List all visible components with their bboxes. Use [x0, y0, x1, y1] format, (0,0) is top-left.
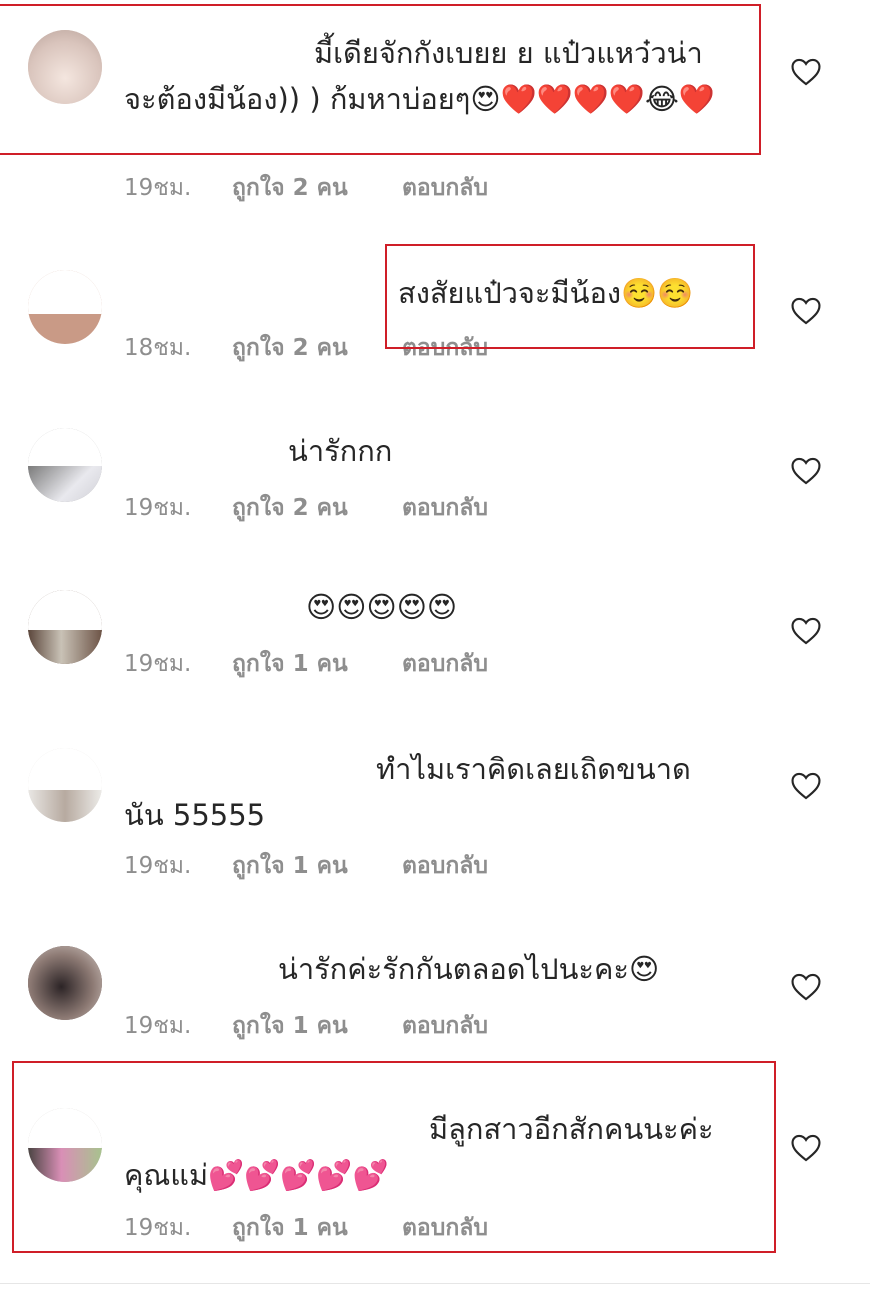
- comment-text: ทำไมเราคิดเลยเถิดขนาดนัน 55555: [124, 752, 691, 832]
- comment-time: 19ชม.: [124, 175, 192, 201]
- highlight-box: [12, 1061, 776, 1253]
- comment-time: 19ชม.: [124, 495, 192, 521]
- reply-button[interactable]: ตอบกลับ: [402, 170, 488, 206]
- comment-time: 19ชม.: [124, 1013, 192, 1039]
- divider: [0, 1283, 870, 1284]
- reply-button[interactable]: ตอบกลับ: [402, 1008, 488, 1044]
- comment-text: น่ารักกก: [288, 434, 393, 468]
- reply-button[interactable]: ตอบกลับ: [402, 646, 488, 682]
- avatar[interactable]: [28, 428, 102, 502]
- avatar[interactable]: [28, 748, 102, 822]
- highlight-box: [0, 4, 761, 155]
- comment-likes-count[interactable]: ถูกใจ 2 คน: [232, 170, 402, 206]
- heart-outline-icon[interactable]: [789, 294, 823, 328]
- comment-meta: 19ชม. ถูกใจ 2 คน ตอบกลับ: [124, 170, 488, 206]
- comment-time: 19ชม.: [124, 853, 192, 879]
- comment-time: 18ชม.: [124, 335, 192, 361]
- highlight-box: [385, 244, 755, 349]
- comment-meta: 19ชม. ถูกใจ 1 คน ตอบกลับ: [124, 1008, 488, 1044]
- comment-meta: 19ชม. ถูกใจ 1 คน ตอบกลับ: [124, 646, 488, 682]
- comment-likes-count[interactable]: ถูกใจ 2 คน: [232, 490, 402, 526]
- comment-meta: 19ชม. ถูกใจ 2 คน ตอบกลับ: [124, 490, 488, 526]
- heart-outline-icon[interactable]: [789, 55, 823, 89]
- comment-meta: 19ชม. ถูกใจ 1 คน ตอบกลับ: [124, 848, 488, 884]
- reply-button[interactable]: ตอบกลับ: [402, 848, 488, 884]
- comment-likes-count[interactable]: ถูกใจ 2 คน: [232, 330, 402, 366]
- reply-button[interactable]: ตอบกลับ: [402, 490, 488, 526]
- comment-likes-count[interactable]: ถูกใจ 1 คน: [232, 646, 402, 682]
- heart-outline-icon[interactable]: [789, 454, 823, 488]
- heart-outline-icon[interactable]: [789, 614, 823, 648]
- heart-outline-icon[interactable]: [789, 1131, 823, 1165]
- comment-time: 19ชม.: [124, 651, 192, 677]
- avatar[interactable]: [28, 590, 102, 664]
- comment-text: น่ารักค่ะรักกันตลอดไปนะคะ😍: [278, 952, 660, 986]
- heart-outline-icon[interactable]: [789, 769, 823, 803]
- comment-likes-count[interactable]: ถูกใจ 1 คน: [232, 1008, 402, 1044]
- heart-outline-icon[interactable]: [789, 970, 823, 1004]
- comment-text: 😍😍😍😍😍: [306, 590, 458, 624]
- avatar[interactable]: [28, 270, 102, 344]
- comment-likes-count[interactable]: ถูกใจ 1 คน: [232, 848, 402, 884]
- avatar[interactable]: [28, 946, 102, 1020]
